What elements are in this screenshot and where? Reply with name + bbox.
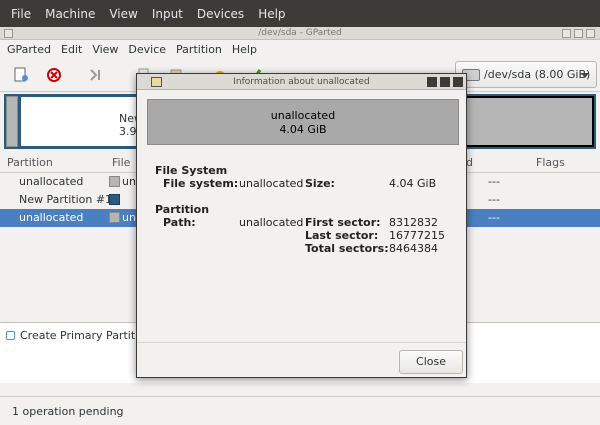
partition-flags: --- [488,175,500,188]
fs-color-swatch [109,194,120,205]
partition-fs: un [122,211,136,224]
partition-flags: --- [488,211,500,224]
close-window-icon[interactable] [586,29,595,38]
partition-flags: --- [488,193,500,206]
first-sector-label: First sector: [305,216,381,229]
banner-size: 4.04 GiB [279,123,327,136]
size-value: 4.04 GiB [389,177,437,190]
create-partition-icon [6,331,15,340]
path-value: unallocated [239,216,304,229]
partition-fs: un [122,175,136,188]
device-selector-value: /dev/sda (8.00 GiB) [484,68,591,81]
partition-banner: unallocated 4.04 GiB [147,99,459,145]
banner-name: unallocated [270,109,336,122]
dialog-title: Information about unallocated [233,77,370,87]
window-titlebar: /dev/sda - GParted [0,27,600,40]
delete-partition-icon[interactable] [44,65,64,85]
menu-view[interactable]: View [87,43,123,56]
dialog-separator [137,342,466,343]
operation-item[interactable]: Create Primary Partitio [6,329,145,342]
disk-segment-unallocated-1[interactable] [6,96,18,147]
status-bar: 1 operation pending [0,396,600,425]
window-title: /dev/sda - GParted [258,28,342,38]
partition-name: unallocated [19,175,84,188]
fs-color-swatch [109,176,120,187]
fs-color-swatch [109,212,120,223]
column-filesystem[interactable]: File [112,156,130,169]
menu-edit[interactable]: Edit [56,43,87,56]
total-sectors-label: Total sectors: [305,242,389,255]
partition-name: unallocated [19,211,84,224]
last-sector-label: Last sector: [305,229,379,242]
disk-segment-new-partition[interactable]: New 3.91 [20,96,144,147]
partition-name: New Partition #1 [19,193,113,206]
last-sector-value: 16777215 [389,229,445,242]
vm-menu-file[interactable]: File [4,7,38,21]
status-text: 1 operation pending [12,405,124,418]
first-sector-value: 8312832 [389,216,438,229]
partition-section-heading: Partition [155,203,210,216]
chevron-down-icon [581,73,589,78]
menu-help[interactable]: Help [227,43,262,56]
column-d[interactable]: d [466,156,473,169]
dialog-close-icon[interactable] [453,77,463,87]
column-flags[interactable]: Flags [536,156,565,169]
vm-menu-input[interactable]: Input [145,7,190,21]
vm-menu-view[interactable]: View [102,7,144,21]
close-button[interactable]: Close [399,350,463,374]
path-label: Path: [163,216,196,229]
filesystem-label: File system: [163,177,239,190]
vm-menu-help[interactable]: Help [251,7,292,21]
dialog-maximize-icon[interactable] [440,77,450,87]
vm-menu-devices[interactable]: Devices [190,7,251,21]
menu-gparted[interactable]: GParted [2,43,56,56]
app-menubar: GParted Edit View Device Partition Help [0,40,600,59]
vm-menu-machine[interactable]: Machine [38,7,102,21]
device-selector[interactable]: /dev/sda (8.00 GiB) [455,61,597,88]
dialog-titlebar: Information about unallocated [137,74,466,90]
info-dialog: Information about unallocated unallocate… [136,73,467,378]
total-sectors-value: 8464384 [389,242,438,255]
column-partition[interactable]: Partition [7,156,53,169]
dialog-minimize-icon[interactable] [427,77,437,87]
filesystem-section-heading: File System [155,164,228,177]
resize-move-icon[interactable] [86,65,106,85]
menu-device[interactable]: Device [123,43,171,56]
operation-label: Create Primary Partitio [20,329,145,342]
maximize-icon[interactable] [574,29,583,38]
new-partition-icon[interactable] [11,65,31,85]
filesystem-value: unallocated [239,177,304,190]
menu-partition[interactable]: Partition [171,43,227,56]
minimize-icon[interactable] [562,29,571,38]
size-label: Size: [305,177,335,190]
vm-menubar: File Machine View Input Devices Help [0,0,600,27]
